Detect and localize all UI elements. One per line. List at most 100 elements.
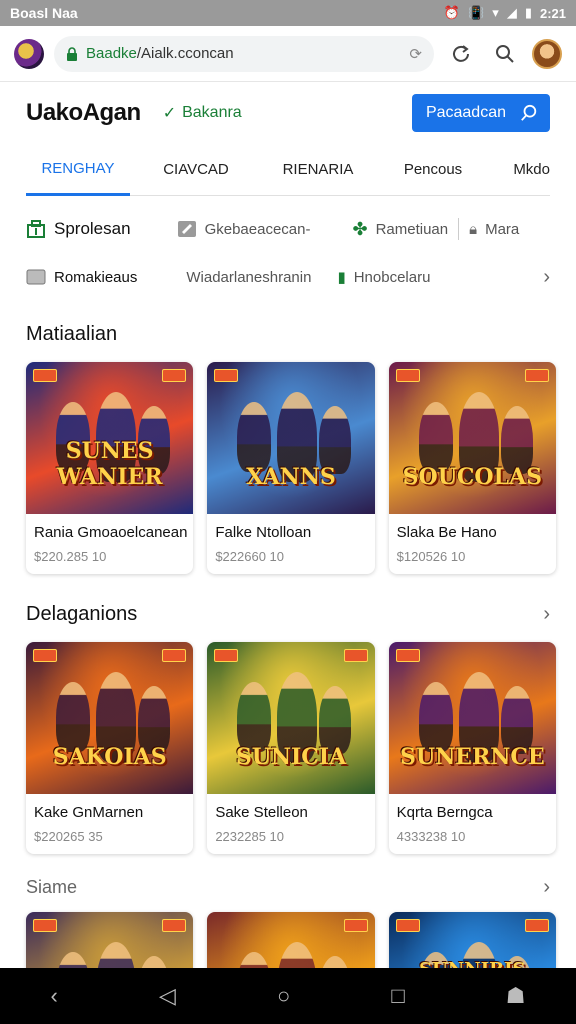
puzzle-icon: ✤ <box>352 218 368 239</box>
store-icon <box>27 220 45 238</box>
game-cover-image: SAKOIAS <box>26 642 194 794</box>
filter-row-2: Romakieaus Wiadarlaneshranin ▮ Hnobcelar… <box>0 254 576 300</box>
tab-2[interactable]: CIAVCAD <box>130 144 262 196</box>
tab-1[interactable]: RENGHAY <box>26 144 130 196</box>
hero-figure <box>418 682 453 752</box>
badge-icon <box>395 649 420 662</box>
reload-icon[interactable]: ⟳ <box>409 45 422 63</box>
chevron-right-icon[interactable]: › <box>543 266 550 289</box>
card-title: Kake GnMarnen <box>34 804 144 821</box>
signal-icon: ◢ <box>506 5 517 20</box>
hero-figure <box>237 402 272 472</box>
badge-icon <box>214 649 239 662</box>
card-title: Falke Ntolloan <box>215 524 312 541</box>
system-nav-bar: ‹ ◁ ○ □ ☗ <box>0 968 576 1024</box>
card-price: 2232285 10 <box>215 829 285 844</box>
badge-icon <box>162 369 187 382</box>
game-card[interactable]: SUNICIA Sake Stelleon 2232285 10 <box>207 642 375 854</box>
search-icon <box>521 104 537 121</box>
hero-figure <box>56 682 90 752</box>
card-title: Slaka Be Hano <box>396 524 497 541</box>
filter-chip-5[interactable]: Romakieaus <box>26 269 137 286</box>
badge-icon <box>33 649 57 662</box>
badge-icon <box>343 919 368 932</box>
filter-chip-7[interactable]: ▮ Hnobcelaru <box>337 268 430 287</box>
status-left-text: Boasl Naa <box>10 5 78 21</box>
section-title-2: Delaganions <box>26 602 138 625</box>
game-cover-image: XANNS <box>207 362 375 514</box>
badge-icon <box>395 369 420 382</box>
section-title-3: Siame <box>26 876 78 897</box>
lock-icon <box>67 46 77 61</box>
header-search-button[interactable]: Pacaadcan <box>411 94 550 132</box>
card-price: $220265 35 <box>34 829 103 844</box>
badge-icon <box>395 919 420 932</box>
card-row-1: SUNES WANIER Rania Gmoaoelcanean $220.28… <box>0 362 576 574</box>
status-time: 2:21 <box>539 5 566 21</box>
badge-icon <box>343 649 368 662</box>
game-cover-image: SOUCOLAS <box>388 362 556 514</box>
alarm-icon: ⏰ <box>443 5 461 20</box>
game-cover-image: SUNICIA <box>207 642 375 794</box>
filter-chip-4[interactable]: 🔒︎ Mara <box>469 221 519 238</box>
chevron-right-icon[interactable]: › <box>543 603 550 626</box>
badge-icon <box>33 369 57 382</box>
filter-chip-primary[interactable]: Sprolesan <box>26 219 131 239</box>
section-header-1: Matiaalian <box>0 314 576 354</box>
mail-icon <box>26 269 46 285</box>
badge-icon <box>162 649 187 662</box>
status-bar: Boasl Naa ⏰ 📳 ▾ ◢ ▮ 2:21 <box>0 0 576 26</box>
game-card[interactable]: XANNS Falke Ntolloan $222660 10 <box>207 362 375 574</box>
accessibility-icon[interactable]: ☗ <box>506 983 526 1009</box>
card-price: 4333238 10 <box>396 829 466 844</box>
card-title: Kqrta Berngca <box>396 804 493 821</box>
wifi-icon: ▾ <box>492 5 499 20</box>
chevron-right-icon[interactable]: › <box>543 876 550 899</box>
game-card[interactable]: SOUCOLAS Slaka Be Hano $120526 10 <box>388 362 556 574</box>
avatar[interactable] <box>532 38 562 69</box>
section-header-3: Siame › <box>0 868 576 906</box>
edit-icon <box>177 221 196 237</box>
lock-icon: 🔒︎ <box>469 220 478 238</box>
badge-icon <box>214 369 239 382</box>
tab-5[interactable]: Mkdo <box>492 144 550 196</box>
address-bar[interactable]: Baadke/Aialk.cconcan ⟳ <box>54 35 434 72</box>
filter-chip-6[interactable]: Wiadarlaneshranin <box>186 269 311 286</box>
filter-divider <box>458 218 460 240</box>
browser-toolbar: Baadke/Aialk.cconcan ⟳ <box>0 26 576 82</box>
status-icons: ⏰ 📳 ▾ ◢ ▮ 2:21 <box>444 5 566 21</box>
badge-icon <box>33 919 57 932</box>
hero-figure <box>418 402 453 472</box>
tab-4[interactable]: Pencous <box>374 144 492 196</box>
game-card[interactable]: SUNERNCE Kqrta Berngca 4333238 10 <box>388 642 556 854</box>
game-card[interactable]: SUNES WANIER Rania Gmoaoelcanean $220.28… <box>26 362 194 574</box>
section-header-2: Delaganions › <box>0 594 576 634</box>
refresh-icon[interactable] <box>444 37 478 71</box>
game-card[interactable]: SAKOIAS Kake GnMarnen $220265 35 <box>26 642 194 854</box>
badge-icon <box>524 369 549 382</box>
home-icon[interactable]: ○ <box>277 983 290 1009</box>
recents-icon[interactable]: □ <box>391 983 404 1009</box>
game-cover-image: SUNERNCE <box>388 642 556 794</box>
chevron-left-icon[interactable]: ‹ <box>51 983 58 1009</box>
card-title: Sake Stelleon <box>215 804 308 821</box>
filter-row-1: Sprolesan Gkebaeacecan- ✤ Rametiuan 🔒︎ M… <box>0 206 576 252</box>
card-title: Rania Gmoaoelcanean <box>34 524 188 541</box>
tab-3[interactable]: RIENARIA <box>262 144 374 196</box>
search-icon[interactable] <box>488 37 522 71</box>
filter-chip-2[interactable]: Gkebaeacecan- <box>177 220 310 238</box>
badge-icon <box>162 919 187 932</box>
hero-figure <box>237 682 272 752</box>
section-title-1: Matiaalian <box>26 322 118 345</box>
battery-icon: ▮ <box>524 5 532 20</box>
filter-chip-3[interactable]: ✤ Rametiuan <box>352 219 448 240</box>
checkmark-icon: ✓ <box>162 105 177 122</box>
verified-badge: ✓ Bakanra <box>162 104 242 122</box>
site-header: UakoAgan ✓ Bakanra Pacaadcan <box>0 82 576 144</box>
vibrate-icon: 📳 <box>468 5 485 20</box>
site-favicon-icon[interactable] <box>14 38 44 69</box>
game-cover-image: SUNES WANIER <box>26 362 194 514</box>
brand-title[interactable]: UakoAgan <box>26 99 141 127</box>
card-price: $120526 10 <box>396 549 466 564</box>
back-icon[interactable]: ◁ <box>159 983 176 1009</box>
